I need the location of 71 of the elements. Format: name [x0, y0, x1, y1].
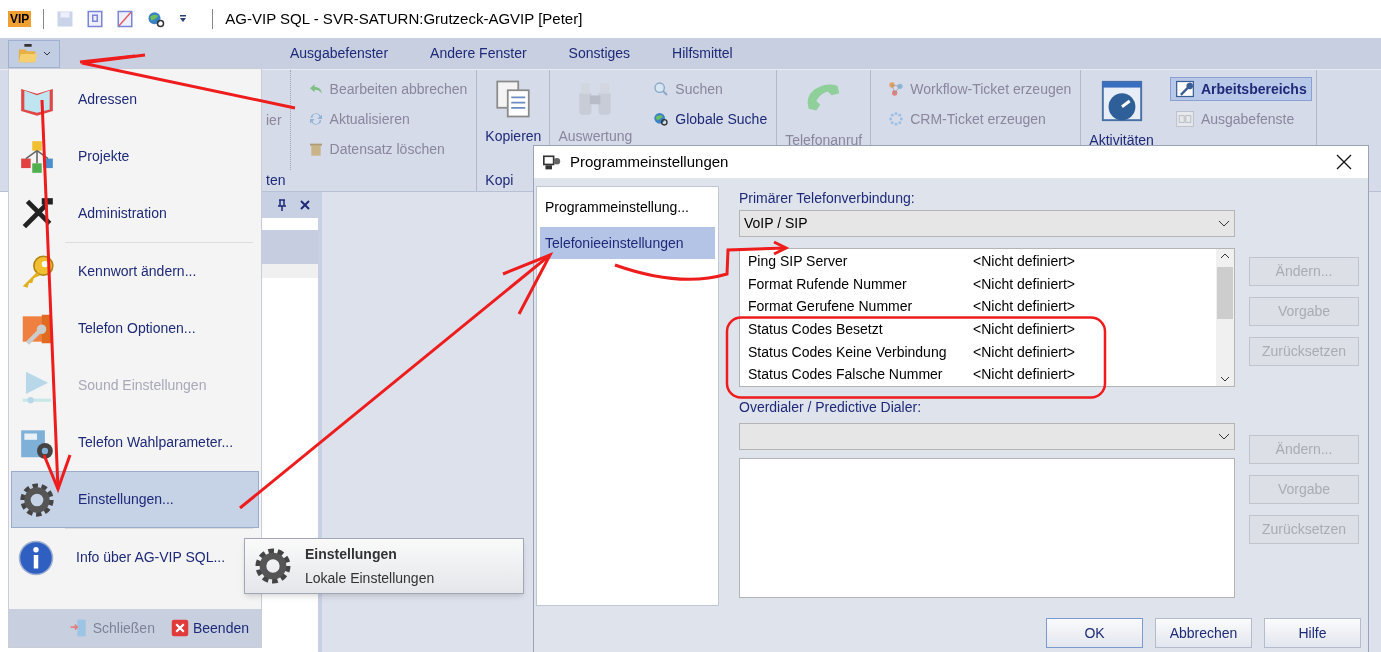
setting-name[interactable]: Status Codes Keine Verbindung: [748, 343, 973, 360]
field-label: Overdialer / Predictive Dialer:: [739, 399, 923, 415]
computer-settings-icon: [542, 153, 562, 171]
app-logo: VIP: [8, 11, 32, 27]
setting-value: <Nicht definiert>: [973, 298, 1075, 315]
group-label: Kopi: [484, 171, 515, 190]
gear-icon: [253, 546, 293, 586]
close-icon[interactable]: [1336, 154, 1352, 170]
ribbon-button[interactable]: Globale Suche: [648, 107, 773, 131]
gear-icon: [18, 480, 56, 519]
ribbon-tab[interactable]: Andere Fenster: [430, 43, 527, 64]
setting-name[interactable]: Format Rufende Nummer: [748, 275, 973, 292]
menu-item[interactable]: Telefon Optionen...: [11, 300, 259, 357]
windows-icon: [1174, 109, 1195, 129]
menu-item[interactable]: Adressen: [11, 71, 259, 128]
wrench-window-icon: [1174, 79, 1195, 99]
close-icon[interactable]: [300, 200, 310, 210]
menu-footer-button[interactable]: Beenden: [170, 617, 249, 639]
folder-icon: [17, 44, 39, 64]
globe-search-icon[interactable]: [146, 10, 167, 28]
trash-icon: [307, 141, 324, 157]
ribbon-button[interactable]: Arbeitsbereichs: [1169, 77, 1312, 101]
setting-value: <Nicht definiert>: [973, 253, 1075, 270]
ribbon-tab[interactable]: Sonstiges: [568, 43, 631, 64]
pin-icon[interactable]: [276, 199, 288, 211]
setting-value: <Nicht definiert>: [973, 321, 1075, 338]
globe-search-icon: [653, 111, 670, 127]
close-icon: [170, 619, 189, 637]
dialog-button[interactable]: OK: [1046, 618, 1143, 648]
setting-name[interactable]: Status Codes Besetzt: [748, 321, 973, 338]
scroll-thumb[interactable]: [1217, 266, 1233, 319]
field-label: Primärer Telefonverbindung:: [739, 189, 916, 208]
dialog-title: Programmeinstellungen: [570, 151, 730, 172]
settings-nav-item[interactable]: Programmeinstellung...: [540, 191, 715, 223]
setting-name[interactable]: Ping SIP Server: [748, 253, 973, 270]
info-icon: [18, 539, 54, 576]
dialog-button[interactable]: Abbrechen: [1155, 618, 1252, 648]
ribbon-tab[interactable]: Hilfsmittel: [672, 43, 733, 64]
menu-item[interactable]: Administration: [11, 185, 259, 242]
chevron-down-icon: [1218, 432, 1230, 441]
submenu-description: Lokale Einstellungen: [305, 568, 435, 588]
group-label: ten: [265, 171, 287, 190]
setting-value: <Nicht definiert>: [973, 343, 1075, 360]
settings-nav-item[interactable]: Telefonieeinstellungen: [540, 227, 715, 259]
exit-door-icon: [68, 618, 89, 638]
submenu-popup[interactable]: Einstellungen Lokale Einstellungen: [244, 538, 524, 594]
search-icon: [653, 81, 670, 97]
submenu-title: Einstellungen: [305, 544, 398, 564]
ribbon-tab[interactable]: Ausgabefenster: [290, 43, 389, 64]
menu-item[interactable]: Projekte: [11, 128, 259, 185]
scrollbar[interactable]: [1216, 249, 1234, 386]
refresh-icon: [307, 111, 324, 127]
setting-name[interactable]: Format Gerufene Nummer: [748, 298, 973, 315]
menu-item[interactable]: Telefon Wahlparameter...: [11, 414, 259, 471]
crossed-document-icon[interactable]: [116, 10, 135, 28]
scroll-down-icon[interactable]: [1220, 376, 1230, 382]
window-title: AG-VIP SQL - SVR-SATURN:Grutzeck-AGVIP [Peter]: [225, 8, 583, 29]
setting-value: <Nicht definiert>: [973, 275, 1075, 292]
menu-item[interactable]: Kennwort ändern...: [11, 243, 259, 300]
menu-item[interactable]: Einstellungen...: [11, 471, 259, 528]
dropdown-icon[interactable]: [178, 14, 189, 24]
document-icon[interactable]: [86, 10, 105, 28]
chevron-down-icon: [43, 51, 51, 57]
dialog-button[interactable]: Hilfe: [1264, 618, 1361, 648]
workflow-icon: [888, 81, 905, 97]
connection-dropdown[interactable]: VoIP / SIP: [739, 210, 1235, 237]
chevron-down-icon: [1218, 219, 1230, 228]
dots-circle-icon: [888, 111, 905, 127]
setting-name[interactable]: Status Codes Falsche Nummer: [748, 366, 973, 383]
scroll-up-icon[interactable]: [1220, 253, 1230, 259]
setting-value: <Nicht definiert>: [973, 366, 1075, 383]
